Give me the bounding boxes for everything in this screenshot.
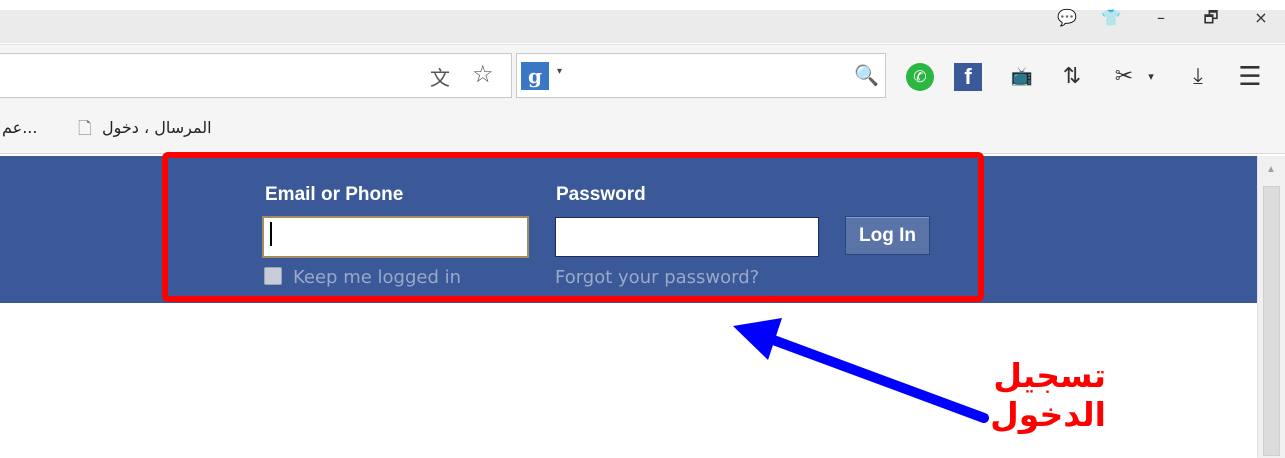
annotation-line-2: الدخول xyxy=(990,395,1106,434)
arrow-head xyxy=(733,318,782,360)
annotation-line-1: تسجيل xyxy=(993,356,1106,395)
arrow-shaft xyxy=(763,333,989,423)
